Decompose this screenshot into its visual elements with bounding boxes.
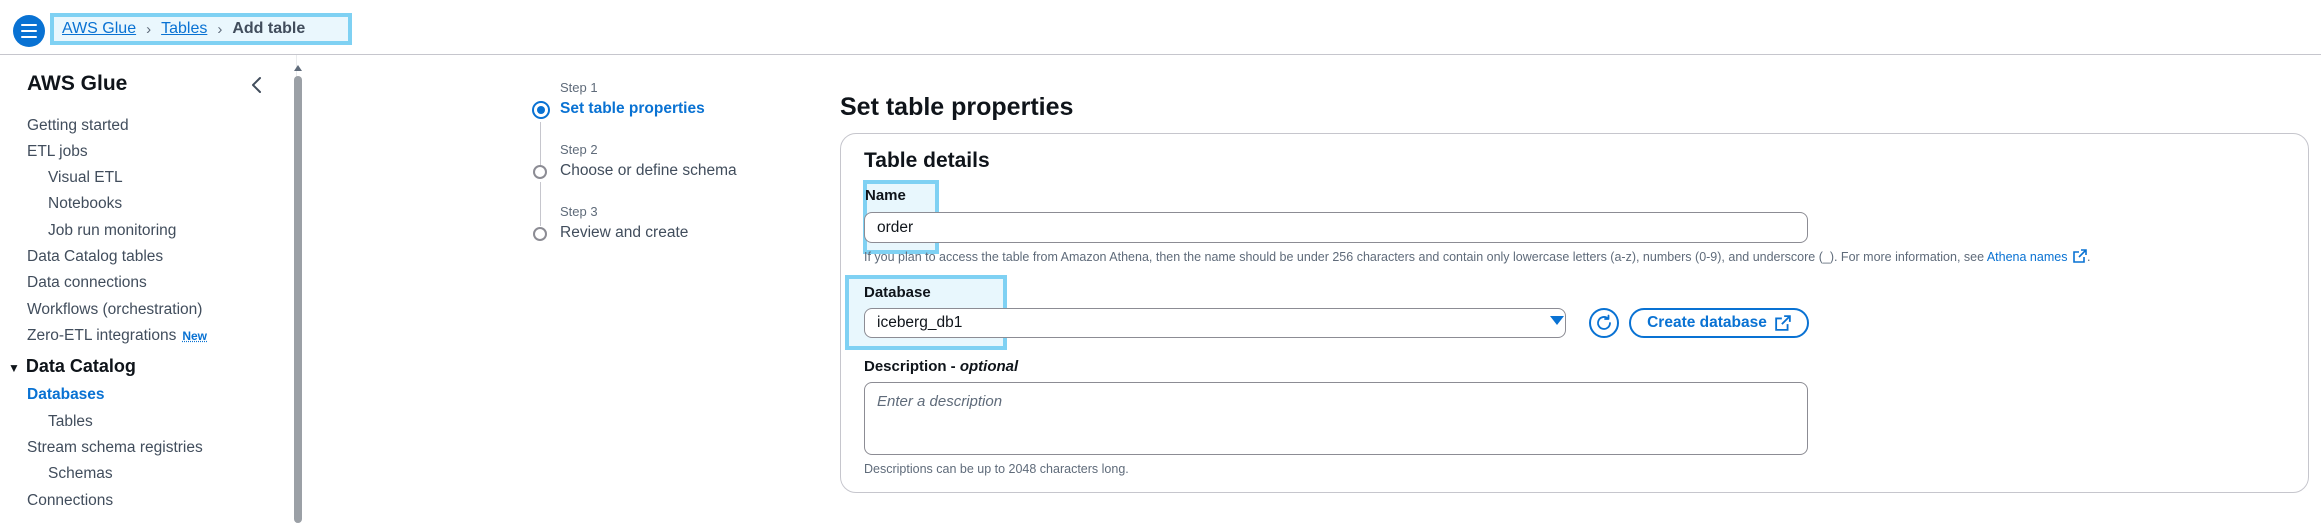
sidebar-item-notebooks[interactable]: Notebooks: [48, 195, 122, 213]
external-link-icon: [1775, 315, 1791, 331]
refresh-databases-button[interactable]: [1589, 308, 1619, 338]
description-textarea[interactable]: [864, 382, 1808, 455]
refresh-icon: [1597, 314, 1611, 330]
sidebar-title[interactable]: AWS Glue: [27, 72, 127, 96]
sidebar-item-zero-etl-integrations[interactable]: Zero-ETL integrations New: [27, 327, 207, 345]
sidebar-item-job-run-monitoring[interactable]: Job run monitoring: [48, 222, 176, 240]
sidebar-scrollbar[interactable]: [294, 76, 302, 523]
sidebar-item-workflows[interactable]: Workflows (orchestration): [27, 301, 202, 319]
container-title: Table details: [864, 149, 990, 172]
page-title: Set table properties: [840, 93, 1074, 121]
menu-toggle-button[interactable]: [13, 15, 45, 47]
sidebar-item-schemas[interactable]: Schemas: [48, 465, 113, 483]
sidebar-item-getting-started[interactable]: Getting started: [27, 117, 129, 135]
database-label: Database: [864, 284, 931, 301]
new-badge: New: [182, 329, 208, 343]
sidebar-item-databases[interactable]: Databases: [27, 386, 105, 404]
sidebar-item-tables[interactable]: Tables: [48, 413, 93, 431]
chevron-right-icon: ›: [146, 20, 152, 38]
sidebar-item-data-catalog-tables[interactable]: Data Catalog tables: [27, 248, 163, 266]
step-1-link[interactable]: Set table properties: [560, 100, 705, 118]
external-link-icon: [2073, 249, 2087, 263]
step-connector: [540, 122, 541, 166]
description-label: Description - optional: [864, 358, 1019, 375]
chevron-right-icon: ›: [217, 20, 223, 38]
sidebar-section-data-catalog[interactable]: ▼ Data Catalog: [8, 356, 136, 377]
name-hint-period: .: [2086, 250, 2091, 264]
step-1-indicator: [532, 101, 550, 119]
sidebar-item-visual-etl[interactable]: Visual ETL: [48, 169, 123, 187]
name-hint-text: If you plan to access the table from Ama…: [864, 250, 1985, 264]
step-3-title: Review and create: [560, 224, 689, 241]
sidebar-item-etl-jobs[interactable]: ETL jobs: [27, 143, 88, 161]
step-1-label: Step 1: [560, 80, 598, 95]
breadcrumb-link-aws-glue[interactable]: AWS Glue: [62, 20, 136, 38]
breadcrumb-current-page: Add table: [232, 20, 306, 37]
scroll-up-arrow-icon[interactable]: [293, 60, 303, 71]
step-3-label: Step 3: [560, 204, 598, 219]
step-3-indicator: [533, 227, 547, 241]
sidebar-item-data-connections[interactable]: Data connections: [27, 274, 147, 292]
create-database-button[interactable]: Create database: [1629, 308, 1809, 338]
step-2-label: Step 2: [560, 142, 598, 157]
sidebar-item-stream-schema-registries[interactable]: Stream schema registries: [27, 439, 203, 457]
caret-down-icon: ▼: [8, 361, 20, 375]
athena-names-link[interactable]: Athena names: [1987, 250, 2068, 264]
create-database-label: Create database: [1647, 314, 1767, 331]
name-input[interactable]: order: [864, 212, 1808, 243]
step-2-indicator: [533, 165, 547, 179]
step-2-title: Choose or define schema: [560, 162, 737, 179]
database-select[interactable]: iceberg_db1: [864, 308, 1566, 338]
description-hint: Descriptions can be up to 2048 character…: [864, 462, 1129, 476]
hamburger-menu-icon: [21, 24, 37, 38]
name-hint: If you plan to access the table from Ama…: [864, 249, 2090, 264]
sidebar-item-connections[interactable]: Connections: [27, 492, 113, 510]
collapse-sidebar-button[interactable]: [246, 74, 268, 96]
sidebar-item-label: Zero-ETL integrations: [27, 327, 177, 344]
caret-down-icon[interactable]: [1550, 316, 1564, 325]
chevron-left-icon: [252, 77, 261, 93]
breadcrumb-link-tables[interactable]: Tables: [161, 20, 207, 38]
breadcrumb: AWS Glue › Tables › Add table: [50, 13, 352, 45]
step-connector: [540, 182, 541, 226]
name-label: Name: [865, 187, 906, 204]
sidebar-section-label: Data Catalog: [25, 356, 136, 376]
